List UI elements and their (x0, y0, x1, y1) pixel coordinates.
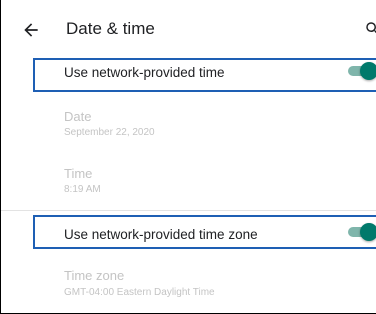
page-title: Date & time (66, 19, 155, 38)
date-value: September 22, 2020 (64, 127, 155, 138)
time-zone-value: GMT-04:00 Eastern Daylight Time (64, 287, 215, 298)
time-title: Time (64, 166, 93, 181)
section-divider (1, 210, 376, 211)
arrow-back-icon[interactable] (21, 20, 41, 40)
network-time-zone-label: Use network-provided time zone (64, 227, 258, 242)
network-time-zone-switch[interactable] (346, 222, 376, 242)
search-icon[interactable] (364, 20, 376, 38)
network-time-label: Use network-provided time (64, 65, 225, 80)
date-title: Date (64, 109, 92, 124)
network-time-zone-row[interactable]: Use network-provided time zone (0, 213, 376, 251)
network-time-switch[interactable] (346, 61, 376, 81)
switch-thumb (360, 223, 376, 241)
app-bar: Date & time (1, 0, 376, 58)
switch-thumb (360, 62, 376, 80)
time-zone-title: Time zone (64, 268, 125, 283)
time-value: 8:19 AM (64, 184, 101, 195)
network-time-row[interactable]: Use network-provided time (0, 56, 376, 94)
